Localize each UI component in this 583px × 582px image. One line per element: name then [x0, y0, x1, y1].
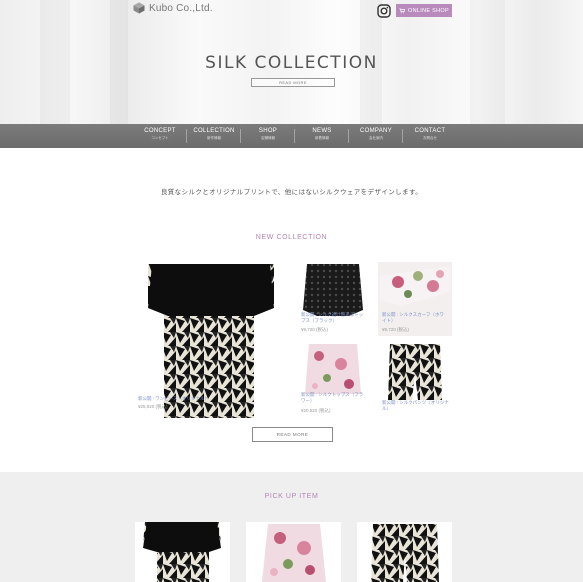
product-card[interactable]: 新公開 : ワンピース（オリジナル） ¥25,920 (税込) — [134, 262, 288, 418]
collection-read-more-button[interactable]: READ MORE — [252, 427, 333, 442]
nav-label: SHOP — [258, 128, 278, 134]
nav-label: CONTACT — [414, 128, 446, 134]
product-price: ¥9,720 (税込) — [301, 327, 329, 332]
new-collection-title: NEW COLLECTION — [255, 234, 328, 241]
nav-sublabel: 店舗情報 — [261, 136, 275, 140]
product-caption: 新公開 : シルク透け感あるトップス（ブラック） — [301, 312, 364, 323]
nav-sublabel: 新着情報 — [315, 136, 329, 140]
nav-sublabel: 会社案内 — [369, 136, 383, 140]
product-price: ¥20,520 (税込) — [301, 408, 331, 413]
product-caption: 新公開 : シルクトップス（フラワー） — [301, 392, 364, 403]
logo[interactable]: Kubo Co.,Ltd. — [133, 2, 213, 14]
nav-label: COMPANY — [360, 128, 392, 134]
nav-sublabel: お問合せ — [423, 136, 437, 140]
product-price: ¥25,920 (税込) — [138, 404, 168, 409]
product-image — [135, 522, 230, 582]
product-card[interactable]: 新公開 : シルクトップス（フラワー） ¥20,520 (税込) — [297, 344, 369, 418]
hero-read-more-button[interactable]: READ MORE — [251, 78, 335, 87]
logo-text: Kubo Co.,Ltd. — [149, 2, 213, 14]
nav-label: COLLECTION — [193, 128, 235, 134]
product-image — [134, 262, 288, 418]
product-image — [357, 522, 452, 582]
product-card[interactable]: 新公開 : シルク透け感あるトップス（ブラック） ¥9,720 (税込) — [297, 262, 369, 336]
product-price: ¥9,720 (税込) — [382, 327, 410, 332]
nav-item-shop[interactable]: SHOP 店舗情報 — [241, 128, 295, 141]
pickup-card[interactable] — [135, 522, 230, 582]
nav-sublabel: 新作情報 — [207, 136, 221, 140]
nav-label: CONCEPT — [144, 128, 176, 134]
pickup-card[interactable] — [357, 522, 452, 582]
product-image — [378, 262, 452, 336]
cart-icon — [399, 7, 406, 13]
instagram-icon[interactable] — [377, 4, 391, 18]
intro-tagline: 良質なシルクとオリジナルプリントで、他にはないシルクウェアをデザインします。 — [160, 188, 423, 196]
online-shop-label: ONLINE SHOP — [408, 7, 449, 14]
hero-banner: Kubo Co.,Ltd. ONLINE SHOP SILK COLLECTIO… — [0, 0, 583, 124]
nav-item-news[interactable]: NEWS 新着情報 — [295, 128, 349, 141]
nav-item-collection[interactable]: COLLECTION 新作情報 — [187, 128, 241, 141]
product-caption: 新公開 : シルクパンツ（オリジナル） — [382, 400, 449, 411]
cube-icon — [133, 2, 145, 14]
nav-item-contact[interactable]: CONTACT お問合せ — [403, 128, 457, 141]
online-shop-button[interactable]: ONLINE SHOP — [396, 4, 452, 17]
product-card[interactable]: 新公開 : シルクパンツ（オリジナル） — [378, 344, 452, 418]
pickup-title: PICK UP ITEM — [264, 493, 319, 500]
main-nav: CONCEPT コンセプト COLLECTION 新作情報 SHOP 店舗情報 … — [0, 124, 583, 148]
product-image — [297, 344, 369, 418]
product-image — [297, 262, 369, 336]
product-caption: 新公開 : シルクスカーフ（ホワイト） — [382, 312, 444, 323]
nav-label: NEWS — [312, 128, 332, 134]
product-card[interactable]: 新公開 : シルクスカーフ（ホワイト） ¥9,720 (税込) — [378, 262, 452, 336]
product-caption: 新公開 : ワンピース（オリジナル） — [138, 396, 210, 401]
product-image — [246, 522, 341, 582]
hero-title: SILK COLLECTION — [205, 53, 378, 73]
pickup-card[interactable] — [246, 522, 341, 582]
nav-sublabel: コンセプト — [151, 136, 169, 140]
nav-item-concept[interactable]: CONCEPT コンセプト — [133, 128, 187, 141]
nav-item-company[interactable]: COMPANY 会社案内 — [349, 128, 403, 141]
